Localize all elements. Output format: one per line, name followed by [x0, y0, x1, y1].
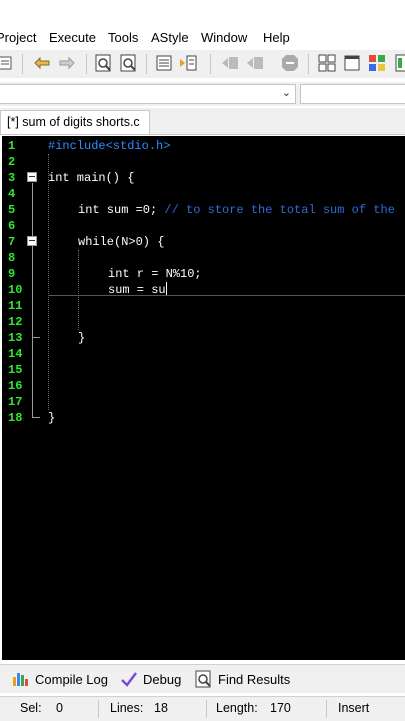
find-results-icon [195, 670, 213, 688]
indent-guide [48, 154, 49, 410]
line-number: 12 [8, 315, 23, 329]
class-browser-bar: ⌄ [0, 82, 405, 106]
print-icon[interactable] [0, 54, 14, 72]
status-length-value: 170 [270, 701, 291, 715]
line-number: 5 [8, 203, 16, 217]
class-select[interactable] [300, 84, 405, 104]
line-number: 14 [8, 347, 23, 361]
menu-astyle[interactable]: AStyle [151, 30, 189, 45]
status-insert-mode: Insert [338, 701, 370, 715]
status-bar: Sel: 0 Lines: 18 Length: 170 Insert [0, 696, 405, 721]
fold-toggle-icon[interactable] [27, 236, 37, 246]
code-line: int r = N%10; [108, 267, 202, 281]
status-sel-value: 0 [56, 701, 63, 715]
stop-icon[interactable] [281, 54, 299, 72]
status-sel-label: Sel: [20, 701, 42, 715]
redo-icon[interactable] [58, 54, 76, 72]
code-text: sum = su [108, 283, 166, 297]
current-line-highlight [48, 295, 405, 296]
code-line: sum = su [108, 282, 167, 298]
toolbar-separator [146, 54, 147, 74]
layout-icon[interactable] [393, 54, 405, 72]
line-number-gutter: 1 2 3 4 5 6 7 8 9 10 11 12 13 14 15 16 1… [2, 136, 46, 660]
tab-compile-log[interactable]: Compile Log [12, 669, 108, 689]
menu-execute[interactable]: Execute [49, 30, 96, 45]
toolbar-separator [308, 54, 309, 74]
code-line: } [78, 331, 86, 345]
bookmark-back-icon[interactable] [221, 54, 239, 72]
status-lines-value: 18 [154, 701, 168, 715]
indent-icon[interactable] [179, 54, 197, 72]
window-icon[interactable] [343, 54, 361, 72]
fold-line [32, 183, 33, 417]
menu-window[interactable]: Window [201, 30, 247, 45]
menu-project[interactable]: Project [0, 30, 36, 45]
undo-icon[interactable] [33, 54, 51, 72]
fold-toggle-icon[interactable] [27, 172, 37, 182]
code-comment: // to store the total sum of the [164, 203, 395, 217]
status-separator [98, 700, 99, 718]
find-icon[interactable] [95, 54, 113, 72]
line-number: 15 [8, 363, 23, 377]
menu-bar: Project Execute Tools AStyle Window Help [0, 28, 405, 48]
tab-find-results[interactable]: Find Results [195, 669, 290, 689]
tab-debug[interactable]: Debug [120, 669, 181, 689]
code-line: int main() { [48, 171, 135, 185]
toolbar-separator [210, 54, 211, 74]
tab-label: Compile Log [35, 671, 108, 687]
bookmark-fwd-icon[interactable] [246, 54, 264, 72]
status-lines-label: Lines: [110, 701, 144, 715]
toolbar-separator [86, 54, 87, 74]
tab-sum-of-digits[interactable]: [*] sum of digits shorts.c [0, 110, 150, 134]
status-separator [206, 700, 207, 718]
bottom-panel-tabs: Compile Log Debug Find Results [0, 664, 405, 693]
line-number: 9 [8, 267, 16, 281]
code-text: int sum =0; [78, 203, 158, 217]
code-line: int sum =0; // to store the total sum of… [78, 202, 395, 218]
line-number: 2 [8, 155, 16, 169]
grid-icon[interactable] [318, 54, 336, 72]
function-select[interactable]: ⌄ [0, 84, 296, 104]
status-separator [326, 700, 327, 718]
code-line: } [48, 411, 56, 425]
toolbar-separator [22, 54, 23, 74]
line-number: 6 [8, 219, 16, 233]
goto-icon[interactable] [155, 54, 173, 72]
code-editor[interactable]: 1 2 3 4 5 6 7 8 9 10 11 12 13 14 15 16 1… [2, 136, 405, 660]
line-number: 11 [8, 299, 23, 313]
status-length-label: Length: [216, 701, 258, 715]
chevron-down-icon[interactable]: ⌄ [282, 86, 291, 99]
line-number: 17 [8, 395, 23, 409]
fold-end-marker [32, 417, 40, 418]
tab-label: Debug [143, 671, 182, 687]
line-number: 4 [8, 187, 16, 201]
line-number: 10 [8, 283, 23, 297]
toolbar [0, 50, 405, 78]
replace-icon[interactable] [120, 54, 138, 72]
line-number: 16 [8, 379, 23, 393]
fold-end-marker [32, 337, 40, 338]
line-number: 3 [8, 171, 16, 185]
compile-log-icon [12, 671, 30, 687]
code-line: while(N>0) { [78, 235, 165, 249]
editor-tab-strip: [*] sum of digits shorts.c [0, 108, 405, 135]
menu-tools[interactable]: Tools [108, 30, 138, 45]
tiles-icon[interactable] [368, 54, 386, 72]
line-number: 1 [8, 139, 16, 153]
text-cursor [165, 282, 167, 295]
menu-help[interactable]: Help [263, 30, 290, 45]
tab-label: Find Results [218, 671, 291, 687]
debug-icon [120, 671, 138, 687]
line-number: 8 [8, 251, 16, 265]
line-number: 7 [8, 235, 16, 249]
line-number: 13 [8, 331, 23, 345]
line-number: 18 [8, 411, 23, 425]
code-line: #include<stdio.h> [48, 139, 171, 153]
indent-guide [78, 250, 79, 330]
